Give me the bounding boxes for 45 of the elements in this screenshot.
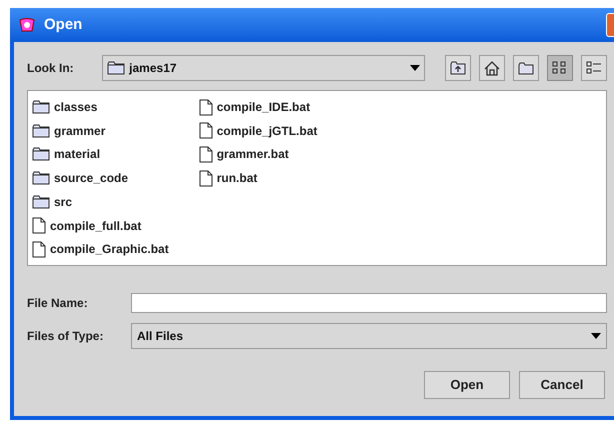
- folder-icon: [32, 100, 50, 114]
- file-item[interactable]: run.bat: [198, 166, 318, 190]
- file-item[interactable]: classes: [32, 95, 169, 119]
- app-icon: [18, 17, 36, 33]
- file-item[interactable]: material: [32, 142, 169, 166]
- file-item[interactable]: compile_IDE.bat: [198, 95, 318, 119]
- file-icon: [198, 98, 213, 116]
- file-icon: [32, 240, 46, 258]
- file-icon: [198, 170, 213, 187]
- list-view-icon: [552, 61, 568, 75]
- folder-icon: [32, 171, 50, 186]
- dialog-button[interactable]: Open: [424, 371, 510, 399]
- dropdown-arrow-icon: [410, 65, 420, 71]
- file-icon: [198, 122, 213, 140]
- folder-icon: [32, 124, 50, 138]
- window-title: Open: [44, 14, 82, 35]
- file-icon: [198, 146, 213, 163]
- folder-icon: [32, 194, 50, 209]
- file-item[interactable]: grammer: [32, 118, 169, 143]
- file-item[interactable]: compile_full.bat: [32, 214, 169, 238]
- file-item[interactable]: grammer.bat: [198, 142, 318, 166]
- file-icon: [32, 217, 46, 234]
- toolbar-button[interactable]: [513, 55, 539, 81]
- toolbar-button[interactable]: [547, 55, 573, 81]
- file-type-dropdown[interactable]: All Files: [131, 323, 607, 349]
- look-in-dropdown[interactable]: james17: [102, 55, 425, 81]
- file-name-field[interactable]: [131, 293, 607, 313]
- folder-icon: [32, 147, 50, 162]
- dialog-button[interactable]: Cancel: [519, 371, 605, 399]
- file-item[interactable]: source_code: [32, 166, 169, 190]
- up-folder-icon: [450, 61, 466, 75]
- details-view-icon: [586, 61, 602, 75]
- file-item[interactable]: compile_Graphic.bat: [32, 237, 169, 262]
- file-item[interactable]: src: [32, 190, 169, 214]
- file-name-label: File Name:: [27, 295, 89, 312]
- folder-icon: [518, 62, 534, 74]
- dropdown-arrow-icon: [591, 333, 601, 339]
- folder-icon: [107, 61, 126, 75]
- toolbar-button[interactable]: [445, 55, 471, 81]
- toolbar-button[interactable]: [479, 55, 505, 81]
- look-in-label: Look In:: [27, 60, 75, 77]
- file-item[interactable]: compile_jGTL.bat: [198, 118, 318, 143]
- files-of-type-label: Files of Type:: [27, 328, 104, 345]
- toolbar-button[interactable]: [581, 55, 607, 81]
- home-icon: [484, 60, 500, 76]
